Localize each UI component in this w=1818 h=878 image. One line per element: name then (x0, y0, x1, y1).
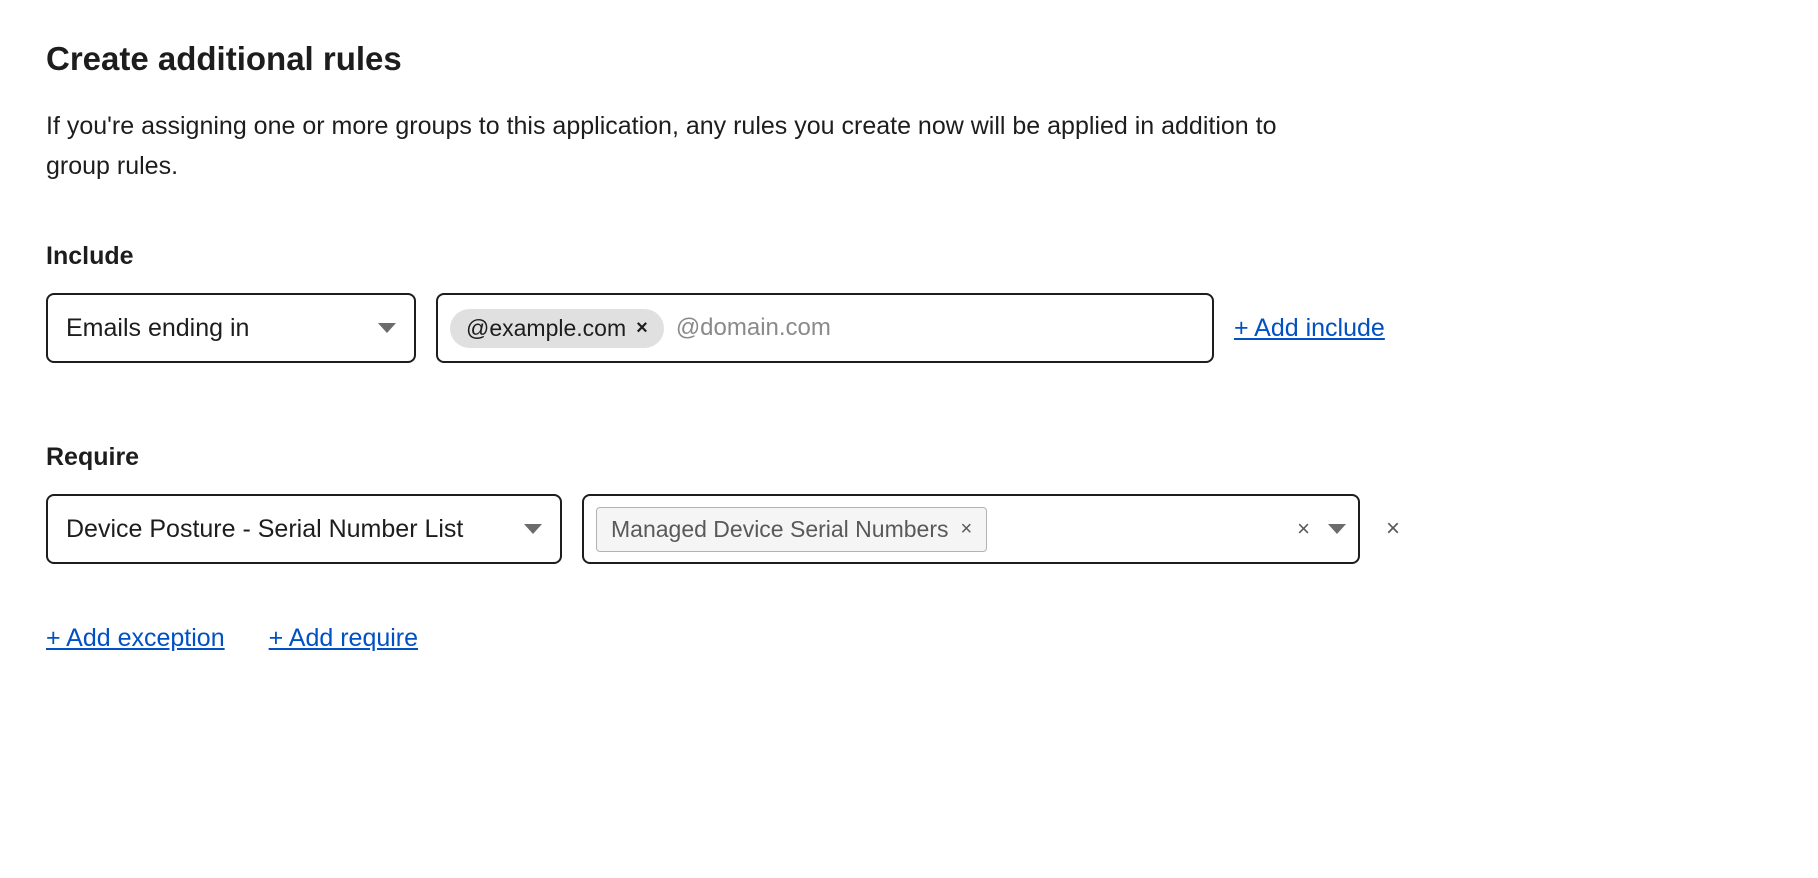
require-tag-input[interactable]: Managed Device Serial Numbers × × (582, 494, 1360, 564)
require-selector[interactable]: Device Posture - Serial Number List (46, 494, 562, 564)
remove-row-icon[interactable]: × (1380, 515, 1406, 543)
include-placeholder: @domain.com (676, 314, 831, 342)
add-exception-link[interactable]: + Add exception (46, 624, 225, 653)
include-label: Include (46, 242, 1772, 271)
include-selector[interactable]: Emails ending in (46, 293, 416, 363)
include-tag-text: @example.com (466, 315, 626, 342)
include-tag-input[interactable]: @example.com × @domain.com (436, 293, 1214, 363)
clear-icon[interactable]: × (1293, 516, 1314, 542)
footer-links: + Add exception + Add require (46, 624, 1772, 653)
require-label: Require (46, 443, 1772, 472)
chevron-down-icon[interactable] (1328, 524, 1346, 534)
remove-tag-icon[interactable]: × (961, 518, 973, 541)
require-tag: Managed Device Serial Numbers × (596, 507, 987, 552)
include-selector-value: Emails ending in (66, 314, 249, 343)
remove-tag-icon[interactable]: × (636, 317, 648, 340)
add-require-link[interactable]: + Add require (269, 624, 418, 653)
page-description: If you're assigning one or more groups t… (46, 106, 1326, 186)
include-tag: @example.com × (450, 309, 664, 348)
require-selector-value: Device Posture - Serial Number List (66, 515, 463, 544)
page-title: Create additional rules (46, 40, 1772, 78)
chevron-down-icon (378, 323, 396, 333)
add-include-link[interactable]: + Add include (1234, 314, 1385, 343)
require-rule-row: Device Posture - Serial Number List Mana… (46, 494, 1772, 564)
require-input-controls: × (1293, 516, 1346, 542)
require-tag-text: Managed Device Serial Numbers (611, 516, 949, 543)
chevron-down-icon (524, 524, 542, 534)
include-rule-row: Emails ending in @example.com × @domain.… (46, 293, 1772, 363)
